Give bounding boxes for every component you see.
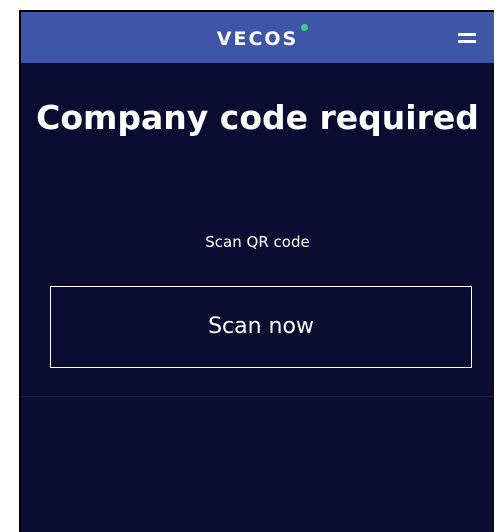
- logo-text: VECOS: [216, 28, 299, 50]
- page-title: Company code required: [36, 98, 479, 137]
- page-frame: VECOS Company code required Scan QR code…: [0, 0, 496, 532]
- menu-button[interactable]: [456, 28, 478, 48]
- section-divider: [21, 396, 494, 397]
- hamburger-menu-icon: [458, 33, 476, 36]
- logo-wordmark: VECOS: [216, 24, 309, 50]
- scan-now-button[interactable]: Scan now: [50, 286, 472, 368]
- logo-dot-icon: [301, 24, 309, 31]
- vecos-logo: VECOS: [21, 24, 494, 50]
- app-header: VECOS: [21, 12, 494, 63]
- page-subtitle: Scan QR code: [205, 233, 310, 251]
- hamburger-menu-icon-bar: [458, 40, 476, 43]
- app-screen: VECOS Company code required Scan QR code…: [19, 10, 494, 532]
